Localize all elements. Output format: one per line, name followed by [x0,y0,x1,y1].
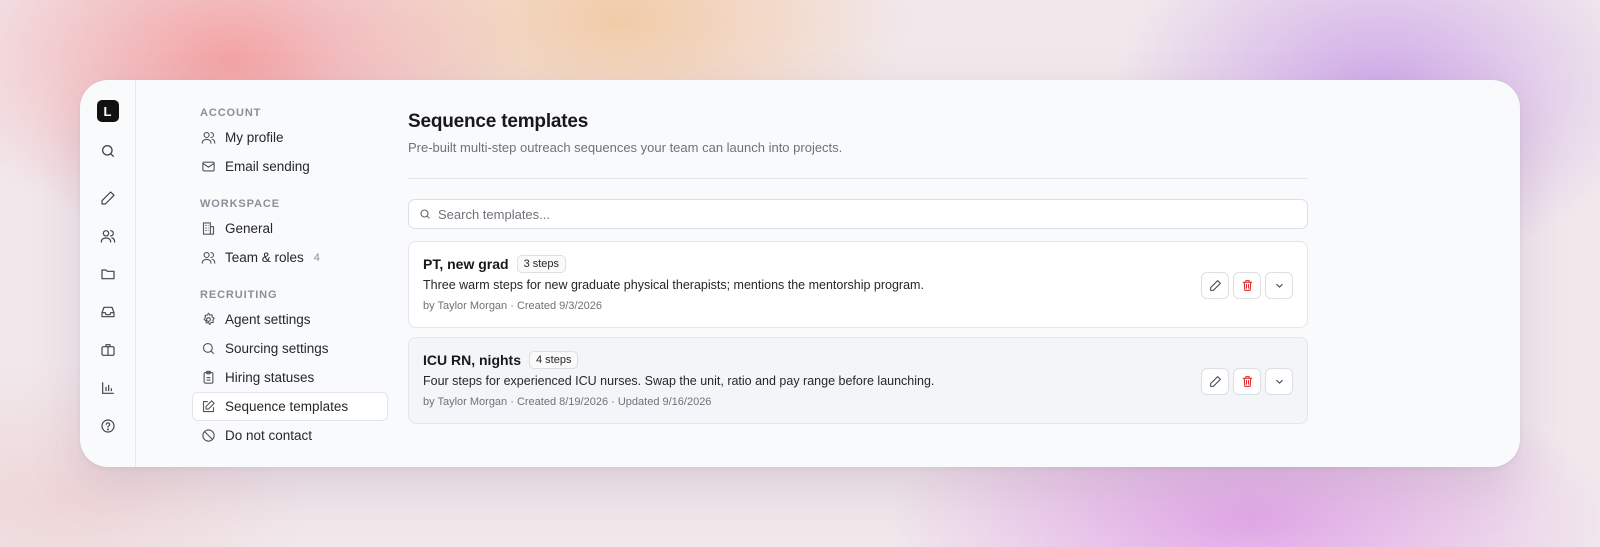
nav-item-label: Sourcing settings [225,341,329,356]
nav-item-hiring-statuses[interactable]: Hiring statuses [192,363,388,392]
pencil-icon[interactable] [96,186,120,210]
nav-item-email-sending[interactable]: Email sending [192,152,388,181]
steps-badge: 4 steps [529,351,579,369]
nav-item-do-not-contact[interactable]: Do not contact [192,421,388,450]
nav-item-label: Hiring statuses [225,370,315,385]
template-name: PT, new grad [423,256,509,272]
nav-item-label: Team & roles [225,250,304,265]
template-description: Three warm steps for new graduate physic… [423,278,924,292]
nav-item-sequence-templates[interactable]: Sequence templates [192,392,388,421]
nav-item-my-profile[interactable]: My profile [192,123,388,152]
settings-nav: ACCOUNT My profile Email sending WORKSPA… [136,80,408,467]
help-icon[interactable] [96,414,120,438]
nav-item-label: Sequence templates [225,399,349,414]
search-icon [202,342,215,355]
app-window: L ACCOUNT My profile Email sending WORKS… [80,80,1520,467]
trash-icon [1242,280,1252,291]
search-input[interactable] [438,206,1307,222]
users-icon [201,251,216,264]
clipboard-icon [203,370,214,384]
edit-icon [202,400,215,413]
icon-rail: L [80,80,136,467]
nav-item-agent-settings[interactable]: Agent settings [192,305,388,334]
nav-section-workspace: WORKSPACE [200,198,281,210]
bar-chart-icon[interactable] [96,376,120,400]
edit-button[interactable] [1201,368,1229,395]
template-name: ICU RN, nights [423,352,521,368]
delete-button[interactable] [1233,368,1261,395]
ban-icon [202,429,215,442]
mail-icon [202,161,215,172]
folder-icon[interactable] [96,262,120,286]
template-actions [1201,368,1293,395]
nav-item-sourcing-settings[interactable]: Sourcing settings [192,334,388,363]
users-icon[interactable] [96,224,120,248]
nav-item-label: Email sending [225,159,310,174]
template-card[interactable]: PT, new grad 3 steps Three warm steps fo… [408,241,1308,328]
edit-button[interactable] [1201,272,1229,299]
divider [408,178,1308,179]
nav-section-account: ACCOUNT [200,107,262,119]
template-description: Four steps for experienced ICU nurses. S… [423,374,935,388]
pencil-icon [1209,376,1221,387]
trash-icon [1242,376,1252,387]
search-icon [420,209,430,219]
main-content: Sequence templates Pre-built multi-step … [408,80,1308,467]
expand-button[interactable] [1265,368,1293,395]
steps-badge: 3 steps [516,255,567,273]
nav-item-label: Agent settings [225,312,311,327]
template-actions [1201,272,1293,299]
page-title: Sequence templates [408,111,589,132]
delete-button[interactable] [1233,272,1261,299]
user-icon [201,131,216,144]
search-icon[interactable] [96,139,120,163]
page-subtitle: Pre-built multi-step outreach sequences … [408,140,843,155]
app-logo[interactable]: L [96,100,119,122]
inbox-icon[interactable] [96,300,120,324]
nav-section-recruiting: RECRUITING [200,289,278,301]
nav-item-label: General [225,221,274,236]
pencil-icon [1209,280,1221,291]
nav-item-general[interactable]: General [192,214,388,243]
template-meta: by Taylor Morgan · Created 9/3/2026 [423,300,602,312]
search-box[interactable] [408,199,1308,229]
gear-icon [203,312,215,326]
nav-item-label: Do not contact [225,428,313,443]
nav-item-team-roles[interactable]: Team & roles 4 [192,243,388,272]
building-icon [202,222,215,235]
team-count-badge: 4 [313,251,320,264]
chevron-down-icon [1275,283,1283,288]
nav-item-label: My profile [225,130,284,145]
chevron-down-icon [1275,379,1283,384]
expand-button[interactable] [1265,272,1293,299]
briefcase-icon[interactable] [96,338,120,362]
template-card[interactable]: ICU RN, nights 4 steps Four steps for ex… [408,337,1308,424]
template-meta: by Taylor Morgan · Created 8/19/2026 · U… [423,396,712,408]
